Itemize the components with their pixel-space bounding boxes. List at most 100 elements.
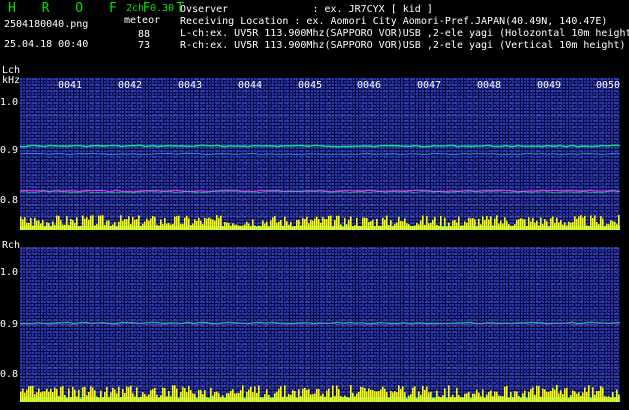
noise-bar xyxy=(312,394,314,402)
noise-bar xyxy=(352,226,354,230)
noise-bar xyxy=(46,388,48,402)
noise-bar xyxy=(78,389,80,402)
noise-bar xyxy=(274,216,276,230)
noise-bar xyxy=(470,398,472,402)
noise-bar xyxy=(506,220,508,230)
noise-bar xyxy=(292,390,294,402)
noise-bar xyxy=(284,385,286,402)
noise-bar xyxy=(164,218,166,230)
noise-bar xyxy=(210,387,212,402)
noise-bar xyxy=(40,223,42,230)
noise-bar xyxy=(410,226,412,230)
noise-bar xyxy=(20,391,22,402)
noise-bar xyxy=(348,397,350,402)
noise-bar xyxy=(608,396,610,402)
noise-bar xyxy=(68,388,70,402)
noise-bar xyxy=(548,226,550,230)
noise-bar xyxy=(436,390,438,402)
noise-bar xyxy=(348,219,350,230)
noise-bar xyxy=(588,226,590,230)
noise-bar xyxy=(572,221,574,230)
noise-bar xyxy=(74,222,76,230)
noise-bar xyxy=(216,215,218,230)
noise-bar xyxy=(124,219,126,230)
noise-bar xyxy=(152,215,154,230)
noise-bar xyxy=(356,218,358,230)
noise-bar xyxy=(450,396,452,402)
noise-bar xyxy=(360,226,362,230)
noise-bar xyxy=(500,220,502,230)
noise-bar xyxy=(494,391,496,402)
noise-bar xyxy=(392,392,394,402)
noise-bar xyxy=(406,223,408,230)
noise-bar xyxy=(508,397,510,402)
noise-bar xyxy=(520,398,522,402)
noise-bar xyxy=(406,398,408,402)
noise-bar xyxy=(154,387,156,402)
noise-bar xyxy=(296,397,298,402)
noise-bar xyxy=(218,218,220,230)
time-label-0048: 0048 xyxy=(477,80,502,91)
noise-bar xyxy=(86,217,88,230)
noise-bar xyxy=(218,393,220,402)
noise-bar xyxy=(318,218,320,230)
noise-bar xyxy=(166,223,168,230)
noise-bar xyxy=(42,391,44,402)
noise-bar xyxy=(544,389,546,402)
noise-bar xyxy=(276,391,278,402)
noise-bar xyxy=(354,396,356,402)
noise-bar xyxy=(608,224,610,230)
noise-bar xyxy=(594,394,596,402)
noise-bar xyxy=(522,393,524,402)
noise-bar xyxy=(22,388,24,402)
noise-bar xyxy=(524,219,526,230)
noise-bar xyxy=(172,385,174,402)
noise-bar xyxy=(122,220,124,230)
noise-bar xyxy=(160,219,162,230)
noise-bar xyxy=(324,396,326,402)
noise-bar xyxy=(198,389,200,402)
noise-bar xyxy=(574,391,576,402)
noise-bar xyxy=(538,225,540,230)
noise-bar xyxy=(604,226,606,230)
noise-bar xyxy=(234,393,236,402)
noise-bar xyxy=(372,219,374,230)
noise-bar xyxy=(464,221,466,230)
noise-bar xyxy=(146,396,148,402)
noise-bar xyxy=(572,390,574,402)
noise-bar xyxy=(132,217,134,230)
noise-bar xyxy=(342,226,344,230)
noise-bar xyxy=(370,221,372,230)
location-info: Receiving Location : ex. Aomori City Aom… xyxy=(180,16,608,27)
noise-bar xyxy=(534,222,536,230)
noise-bar xyxy=(350,385,352,402)
noise-bar xyxy=(452,394,454,402)
noise-bar xyxy=(184,217,186,230)
noise-bar xyxy=(514,224,516,230)
noise-bar xyxy=(520,218,522,230)
noise-bar xyxy=(616,224,618,230)
noise-bar xyxy=(366,391,368,402)
noise-bar xyxy=(530,389,532,402)
noise-bar xyxy=(452,220,454,230)
noise-bar xyxy=(538,386,540,402)
noise-bar xyxy=(40,392,42,402)
noise-bar xyxy=(518,219,520,230)
noise-bar xyxy=(64,394,66,402)
noise-bar xyxy=(444,388,446,402)
noise-bar xyxy=(44,226,46,230)
noise-bar xyxy=(542,388,544,402)
noise-bar xyxy=(172,223,174,230)
signal-trace xyxy=(20,152,620,156)
noise-bar xyxy=(428,392,430,402)
noise-bar xyxy=(460,225,462,230)
noise-bar xyxy=(252,219,254,230)
noise-bar xyxy=(192,393,194,402)
noise-bar xyxy=(420,220,422,230)
noise-bar xyxy=(222,226,224,230)
noise-bar xyxy=(326,219,328,230)
noise-bar xyxy=(134,396,136,402)
noise-bar xyxy=(326,390,328,402)
rch-label: Rch xyxy=(2,240,21,251)
noise-bar xyxy=(390,220,392,230)
